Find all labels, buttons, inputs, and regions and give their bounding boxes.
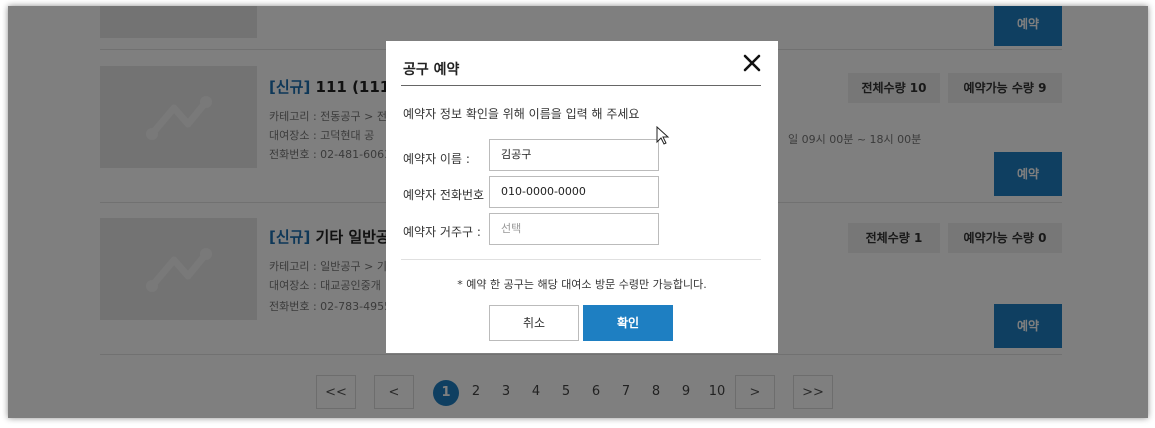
confirm-button[interactable]: 확인: [583, 305, 673, 341]
close-icon[interactable]: [740, 51, 764, 75]
modal-divider: [401, 259, 761, 260]
district-select[interactable]: 선택: [489, 213, 659, 245]
modal-description: 예약자 정보 확인을 위해 이름을 입력 해 주세요: [403, 107, 640, 121]
browser-frame: 예약 [신규] 111 (11111) 카테고리 : 전동공구 > 전 대여장소…: [8, 6, 1148, 418]
district-label: 예약자 거주구 :: [403, 225, 481, 239]
phone-label: 예약자 전화번호 :: [403, 188, 492, 202]
pickup-notice: * 예약 한 공구는 해당 대여소 방문 수령만 가능합니다.: [457, 278, 707, 291]
name-label: 예약자 이름 :: [403, 152, 470, 166]
cancel-button[interactable]: 취소: [489, 305, 579, 341]
modal-header-divider: [401, 85, 761, 86]
reservation-modal: 공구 예약 예약자 정보 확인을 위해 이름을 입력 해 주세요 예약자 이름 …: [386, 41, 778, 353]
mouse-pointer-icon: [656, 125, 670, 150]
name-field[interactable]: 김공구: [489, 139, 659, 171]
modal-title: 공구 예약: [403, 62, 460, 78]
phone-field[interactable]: 010-0000-0000: [489, 176, 659, 208]
